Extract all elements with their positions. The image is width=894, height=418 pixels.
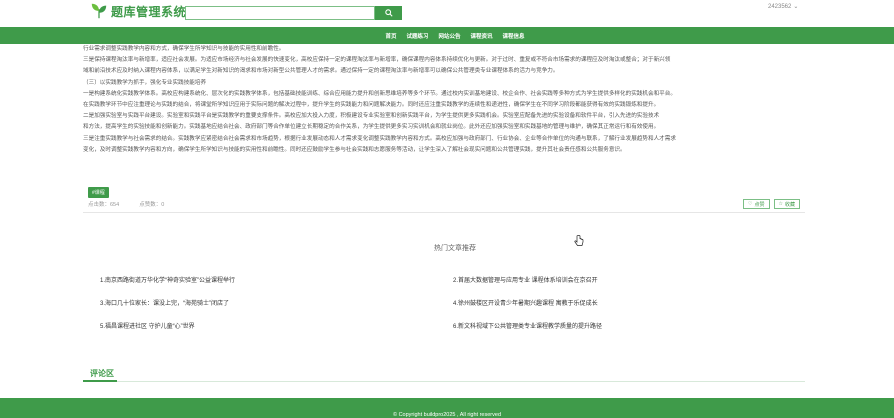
recommend-item[interactable]: 1.南京西路街道万华化学“神奇实验室”公益课程举行 — [100, 275, 235, 284]
recommend-item[interactable]: 4.徐州鼓楼区开设青少年暑期兴趣课程 寓教于乐促成长 — [453, 298, 598, 307]
divider — [83, 212, 805, 213]
search-button[interactable] — [375, 6, 402, 20]
copyright-text: © Copyright buildpro2025 , All right res… — [393, 412, 501, 418]
article-line: 变化，及时调整实践教学内容和方向，确保学生所学知识与技能的实用性和前瞻性。同时还… — [83, 146, 626, 153]
article-line: 域和前沿技术应及时纳入课程内容体系，以满足学生对新知识的渴求和市场对新型公共管理… — [83, 68, 559, 75]
recommend-title: 热门文章推荐 — [434, 245, 476, 252]
article-line: 在实践教学环节中应注重理论与实践的结合，将课堂所学知识应用于实际问题的解决过程中… — [83, 102, 660, 109]
footer: © Copyright buildpro2025 , All right res… — [0, 398, 894, 418]
main-nav: 首页 试题练习 网站公告 课程资讯 课程信息 — [0, 27, 894, 44]
nav-item-course-info[interactable]: 课程信息 — [503, 32, 525, 40]
article-body: 行业需求调整实践教学内容和方式，确保学生所学知识与技能的实用性和前瞻性。 三是保… — [83, 44, 805, 156]
post-stats: 点击数：654 点赞数：0 — [88, 200, 164, 208]
article-line: 行业需求调整实践教学内容和方式，确保学生所学知识与技能的实用性和前瞻性。 — [83, 46, 285, 52]
collect-button-label: 收藏 — [784, 201, 795, 208]
article-line: 三是保持课程淘汰率与新增率，适应社会发展。为适应市场经济与社会发展的快速变化，高… — [83, 57, 671, 64]
search-input[interactable] — [185, 6, 375, 20]
nav-item-announcements[interactable]: 网站公告 — [438, 32, 460, 40]
star-icon: ☆ — [778, 201, 783, 207]
recommend-item[interactable]: 6.新文科视域下公共管理类专业课程教学质量的提升路径 — [453, 321, 602, 330]
article-line: （三）以实践教学为抓手，强化专业实践技能培养 — [83, 79, 207, 86]
article-line: 二是加强实验室与实践平台建设。实验室和实践平台是实践教学的重要支撑条件。高校应加… — [83, 113, 660, 120]
article-line: 一是构建系统化实践教学体系。高校应构建系统化、层次化的实践教学体系，包括基础技能… — [83, 90, 676, 97]
app-title: 题库管理系统 — [111, 4, 187, 19]
top-header: 题库管理系统 2423562 ⌄ — [0, 0, 894, 27]
category-tag[interactable]: #课程 — [88, 187, 109, 198]
recommend-item[interactable]: 3.海口几十位家长：课没上完，“海苑骑士”闭店了 — [100, 298, 229, 307]
article-line: 和方法，提高学生的实验技能和创新能力。实践基地应结合社会、政府部门等合作单位建立… — [83, 124, 660, 131]
search-icon — [384, 9, 393, 17]
app-logo[interactable]: 题库管理系统 — [90, 2, 186, 20]
user-menu[interactable]: 2423562 ⌄ — [768, 3, 799, 11]
recommend-item[interactable]: 2.首届大数据管理与应用专业 课程体系培训会在京召开 — [453, 275, 598, 284]
post-actions: ♡ 点赞 ☆ 收藏 — [743, 199, 800, 209]
comments-title: 评论区 — [90, 369, 114, 378]
search-bar — [185, 6, 402, 20]
comments-divider — [83, 381, 805, 382]
chevron-down-icon: ⌄ — [793, 4, 799, 10]
recommend-item[interactable]: 5.福昌课程进社区 守护儿童“心”世界 — [100, 321, 195, 330]
hand-cursor-icon — [574, 235, 584, 246]
click-count: 点击数：654 — [88, 202, 120, 208]
article-line: 三是注重实践教学与社会需求的结合。实践教学应紧密结合社会需求和市场趋势，根据行业… — [83, 135, 676, 142]
like-count: 点赞数：0 — [139, 202, 165, 208]
collect-button[interactable]: ☆ 收藏 — [773, 199, 800, 209]
user-name: 2423562 — [768, 3, 792, 10]
leaf-logo-icon — [91, 3, 107, 19]
like-button-label: 点赞 — [754, 201, 765, 208]
comments-divider-accent — [83, 380, 117, 382]
heart-icon: ♡ — [748, 201, 753, 207]
nav-item-course-news[interactable]: 课程资讯 — [471, 32, 493, 40]
nav-item-practice[interactable]: 试题练习 — [406, 32, 428, 40]
like-button[interactable]: ♡ 点赞 — [743, 199, 770, 209]
nav-item-home[interactable]: 首页 — [385, 32, 396, 40]
